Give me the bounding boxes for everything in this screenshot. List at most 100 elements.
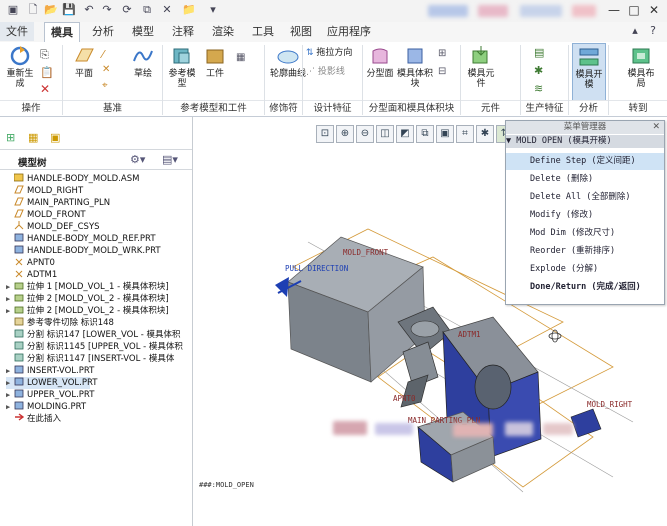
drag-direction-button[interactable]: ⇅ 拖拉方向 [306, 45, 352, 58]
redo-icon[interactable]: ↷ [100, 3, 114, 17]
group-label-production[interactable]: 生产特征 [521, 100, 568, 116]
new-file-icon[interactable]: 🗋 [26, 3, 40, 17]
ribbon-collapse-icon[interactable]: ▴ [628, 24, 642, 38]
tree-item[interactable]: APNT0 [6, 257, 55, 269]
group-label-ref-model[interactable]: 参考模型和工件 [163, 100, 264, 116]
save-icon[interactable]: 💾 [62, 3, 76, 17]
maximize-icon[interactable]: □ [624, 2, 644, 18]
reference-model-button[interactable]: 参考模型 [166, 45, 198, 89]
expand-arrow-icon[interactable]: ▶ [6, 401, 14, 413]
tree-item[interactable]: ▶ MOLDING.PRT [6, 401, 86, 413]
tree-item[interactable]: ▶ 拉伸 2 [MOLD_VOL_2 - 模具体积块] [6, 293, 169, 305]
expand-arrow-icon[interactable]: ▶ [6, 281, 14, 293]
tree-show-icon[interactable]: ▤▾ [162, 153, 178, 166]
tree-item[interactable]: 分割 标识147 [LOWER_VOL - 模具体积 [6, 329, 181, 341]
datum-display-icon[interactable]: ⌗ [456, 125, 474, 143]
point-icon[interactable]: ✕ [102, 64, 110, 75]
split-surface-button[interactable]: 分型面 [366, 45, 394, 79]
menu-item[interactable]: Reorder (重新排序) [506, 243, 664, 260]
tree-item[interactable]: MOLD_DEF_CSYS [6, 221, 100, 233]
tab-view[interactable]: 视图 [284, 22, 318, 41]
tree-item[interactable]: 分割 标识1147 [INSERT-VOL - 模具体 [6, 353, 174, 365]
group-label-datum[interactable]: 基准 [63, 100, 162, 116]
menu-item[interactable]: Mod Dim (修改尺寸) [506, 225, 664, 242]
expand-arrow-icon[interactable]: ▶ [6, 377, 14, 389]
expand-arrow-icon[interactable]: ▶ [6, 389, 14, 401]
contour-curve-button[interactable]: 轮廓曲线 [270, 45, 306, 79]
group-label-goto[interactable]: 转到 [609, 100, 667, 116]
group-label-component[interactable]: 元件 [461, 100, 520, 116]
expand-arrow-icon[interactable]: ▶ [6, 305, 14, 317]
regenerate-quick-icon[interactable]: ⟳ [120, 3, 134, 17]
regenerate-button[interactable]: 重新生成 [4, 45, 36, 89]
folder-browser-tab-icon[interactable]: ▣ [50, 131, 60, 144]
zoom-in-icon[interactable]: ⊕ [336, 125, 354, 143]
tree-settings-icon[interactable]: ⚙▾ [130, 153, 145, 166]
menu-close-icon[interactable]: ✕ [652, 121, 660, 134]
tree-item[interactable]: 在此插入 [6, 413, 61, 425]
menu-item[interactable]: Define Step (定义间距) [506, 153, 664, 170]
tree-item[interactable]: HANDLE-BODY_MOLD_WRK.PRT [6, 245, 161, 257]
tree-item[interactable]: ▶ UPPER_VOL.PRT [6, 389, 94, 401]
group-label-design[interactable]: 设计特征 [303, 100, 362, 116]
csys-icon[interactable]: ⌖ [102, 80, 108, 91]
tab-annotate[interactable]: 注释 [166, 22, 200, 41]
zoom-out-icon[interactable]: ⊖ [356, 125, 374, 143]
tab-analysis[interactable]: 分析 [86, 22, 120, 41]
display-style-icon[interactable]: ◩ [396, 125, 414, 143]
tab-applications[interactable]: 应用程序 [322, 22, 376, 41]
delete-icon[interactable]: ✕ [40, 82, 50, 96]
group-label-modifiers[interactable]: 修饰符 [265, 100, 302, 116]
volume-merge-icon[interactable]: ⊟ [438, 66, 446, 77]
workpiece-button[interactable]: 工件 [200, 45, 230, 79]
cavity-layout-icon[interactable]: ▦ [236, 52, 245, 63]
group-label-operations[interactable]: 操作 [0, 100, 62, 116]
quick-access-menu-icon[interactable]: ▾ [206, 3, 220, 17]
tree-item[interactable]: MOLD_FRONT [6, 209, 86, 221]
runner-icon[interactable]: ✱ [534, 64, 543, 77]
help-icon[interactable]: ? [646, 24, 660, 38]
mold-component-button[interactable]: 模具元件 [464, 45, 498, 89]
menu-mold-open-header[interactable]: ▼ MOLD OPEN (模具开模) [506, 135, 664, 148]
menu-item[interactable]: Modify (修改) [506, 207, 664, 224]
mold-volume-button[interactable]: 模具体积块 [396, 45, 434, 89]
minimize-icon[interactable]: — [604, 2, 624, 18]
model-tree-tab-icon[interactable]: ⊞ [6, 131, 15, 144]
mold-open-button[interactable]: 模具开模 [572, 43, 606, 101]
tree-item[interactable]: MAIN_PARTING_PLN [6, 197, 110, 209]
group-label-analysis[interactable]: 分析 [569, 100, 608, 116]
plane-button[interactable]: 平面 [68, 45, 100, 79]
tree-item[interactable]: 参考零件切除 标识148 [6, 317, 114, 329]
tab-render[interactable]: 渲染 [206, 22, 240, 41]
menu-item[interactable]: Delete (删除) [506, 171, 664, 188]
windows-icon[interactable]: ⧉ [140, 3, 154, 17]
close-icon[interactable]: ✕ [644, 2, 664, 18]
expand-arrow-icon[interactable]: ▶ [6, 365, 14, 377]
mold-layout-button[interactable]: 模具布局 [626, 45, 656, 89]
shadow-line-button[interactable]: ⋰ 投影线 [306, 64, 345, 77]
tree-item[interactable]: ADTM1 [6, 269, 57, 281]
tree-item[interactable]: HANDLE-BODY_MOLD.ASM [6, 173, 139, 185]
tree-item[interactable]: 分割 标识1145 [UPPER_VOL - 模具体积 [6, 341, 183, 353]
tree-item[interactable]: MOLD_RIGHT [6, 185, 83, 197]
spin-center-toggle-icon[interactable]: ✱ [476, 125, 494, 143]
view-manager-icon[interactable]: ▣ [436, 125, 454, 143]
casting-icon[interactable]: ▤ [534, 46, 544, 59]
tree-item[interactable]: ▶ LOWER_VOL.PRT [6, 377, 97, 389]
tree-item[interactable]: ▶ 拉伸 1 [MOLD_VOL_1 - 模具体积块] [6, 281, 169, 293]
paste-icon[interactable]: 📋 [40, 66, 54, 79]
close-window-icon[interactable]: ✕ [160, 3, 174, 17]
repaint-icon[interactable]: ◫ [376, 125, 394, 143]
tab-tools[interactable]: 工具 [246, 22, 280, 41]
tab-file[interactable]: 文件 [0, 22, 34, 41]
refit-icon[interactable]: ⊡ [316, 125, 334, 143]
tab-mold[interactable]: 模具 [44, 22, 80, 43]
menu-item[interactable]: Done/Return (完成/返回) [506, 279, 664, 296]
group-label-parting[interactable]: 分型面和模具体积块 [363, 100, 460, 116]
expand-arrow-icon[interactable]: ▶ [6, 293, 14, 305]
water-line-icon[interactable]: ≋ [534, 82, 543, 95]
volume-split-icon[interactable]: ⊞ [438, 48, 446, 59]
copy-icon[interactable]: ⎘ [40, 48, 49, 62]
tab-model[interactable]: 模型 [126, 22, 160, 41]
tree-item[interactable]: ▶ INSERT-VOL.PRT [6, 365, 94, 377]
